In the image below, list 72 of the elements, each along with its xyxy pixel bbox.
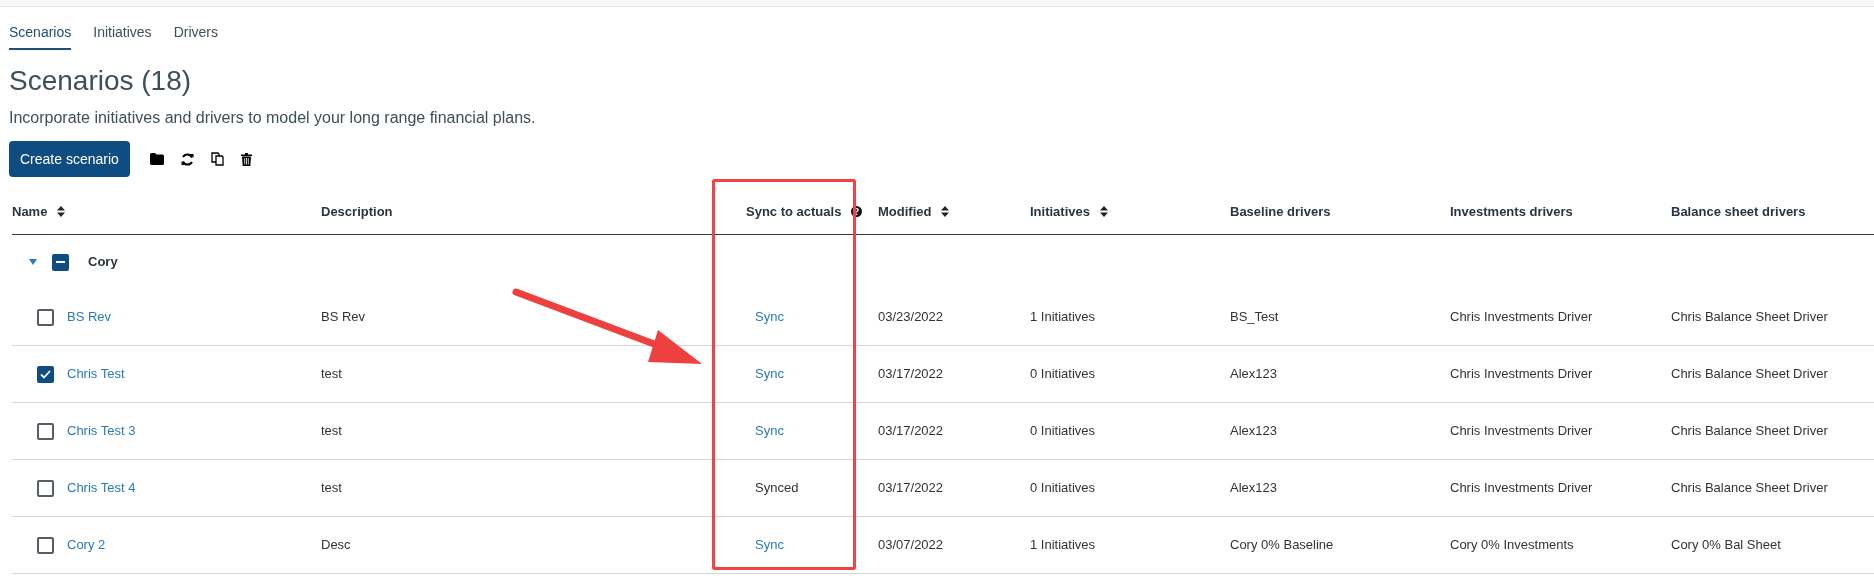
refresh-icon[interactable] [180,152,194,166]
table-cell-text: 03/17/2022 [878,365,944,384]
checkbox[interactable] [37,365,54,383]
scenario-link[interactable]: Chris Test 3 [67,421,136,441]
table-cell-text: 0 Initiatives [1030,479,1096,498]
column-header[interactable]: Description [321,201,393,222]
column-header[interactable]: Initiatives [1030,201,1108,222]
table-cell-text: Chris Balance Sheet Driver [1671,308,1828,327]
page-subtitle: Incorporate initiatives and drivers to model your long range financial plans. [8,108,537,128]
sync-link[interactable]: Sync [755,364,784,384]
table-cell-text: 03/23/2022 [878,308,944,327]
checkbox[interactable] [37,308,54,326]
checkmark-icon [40,369,51,379]
checkbox[interactable] [37,479,54,497]
column-header[interactable]: Baseline drivers [1230,201,1331,222]
column-header[interactable]: Sync to actuals [746,201,863,222]
table-cell-text: Cory 0% Baseline [1230,536,1334,555]
table-cell-text: Chris Investments Driver [1450,422,1593,441]
sort-icon[interactable] [941,206,950,217]
create-scenario-button[interactable]: Create scenario [9,141,130,177]
page-title: Scenarios (18) [8,64,193,98]
table-cell-text: BS Rev [321,308,366,327]
sync-link[interactable]: Sync [755,307,784,327]
table-cell-text: 03/17/2022 [878,422,944,441]
table-cell-text: Chris Balance Sheet Driver [1671,479,1828,498]
column-header[interactable]: Balance sheet drivers [1671,201,1806,222]
sort-icon[interactable] [57,206,66,217]
table-cell-text: Chris Balance Sheet Driver [1671,365,1828,384]
table-cell-text: 0 Initiatives [1030,422,1096,441]
table-cell-text: test [321,479,342,498]
table-cell-text: Chris Investments Driver [1450,308,1593,327]
table-cell-text: Chris Investments Driver [1450,365,1593,384]
table-cell-text: Alex123 [1230,479,1277,498]
table-cell-text: 1 Initiatives [1030,536,1096,555]
table-cell-text: test [321,422,342,441]
table-cell-text: BS_Test [1230,308,1279,327]
trash-icon[interactable] [240,152,252,166]
tab[interactable]: Initiatives [93,22,152,50]
checkbox[interactable] [52,253,69,271]
sync-link[interactable]: Sync [755,535,784,555]
table-cell-text: test [321,365,342,384]
sort-icon[interactable] [1099,206,1108,217]
table-cell-text: 1 Initiatives [1030,308,1096,327]
scenario-link[interactable]: BS Rev [67,307,112,327]
column-header[interactable]: Modified [878,201,950,222]
scenario-link[interactable]: Chris Test 4 [67,478,136,498]
scenario-link[interactable]: Chris Test [67,364,125,384]
table-cell-text: 0 Initiatives [1030,365,1096,384]
table-cell-text: 03/17/2022 [878,479,944,498]
sync-link[interactable]: Sync [755,421,784,441]
checkbox[interactable] [37,536,54,554]
column-header[interactable]: Investments drivers [1450,201,1573,222]
folder-icon[interactable] [149,153,164,165]
group-name: Cory [88,253,118,272]
table-cell-text: Cory 0% Bal Sheet [1671,536,1781,555]
table-cell-text: Cory 0% Investments [1450,536,1574,555]
table-cell-text: Alex123 [1230,365,1277,384]
tab[interactable]: Drivers [173,22,218,50]
help-icon[interactable] [851,206,863,217]
dash-icon [56,261,65,263]
table-cell-text: Chris Balance Sheet Driver [1671,422,1828,441]
table-cell-text: 03/07/2022 [878,536,944,555]
table-cell-text: Desc [321,536,351,555]
scenario-link[interactable]: Cory 2 [67,535,106,555]
checkbox[interactable] [37,422,54,440]
caret-icon[interactable] [29,259,37,265]
copy-icon[interactable] [210,152,224,166]
sync-status: Synced [755,479,799,498]
table-cell-text: Chris Investments Driver [1450,479,1593,498]
table-cell-text: Alex123 [1230,422,1277,441]
column-header[interactable]: Name [12,201,66,222]
tab[interactable]: Scenarios [9,22,72,50]
